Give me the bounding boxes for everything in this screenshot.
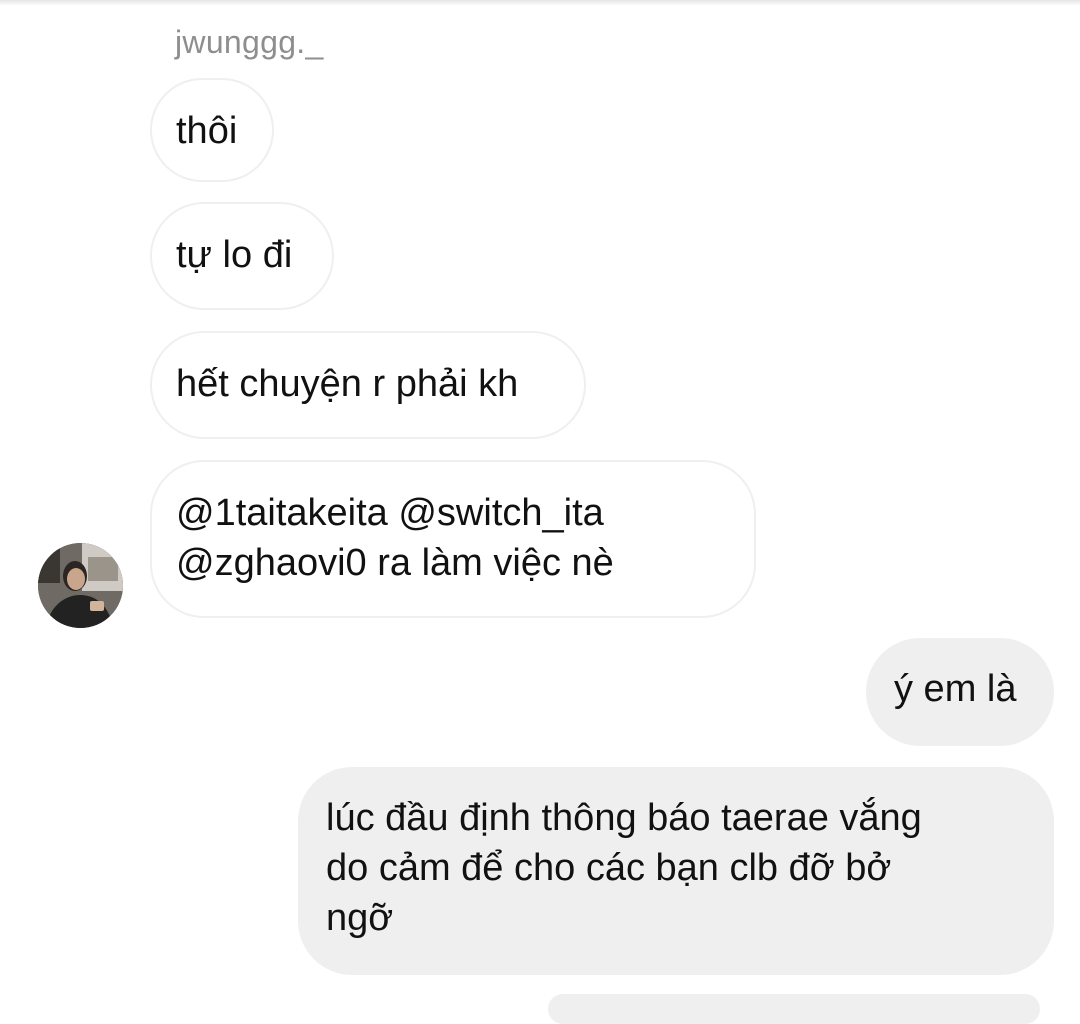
- sender-name: jwunggg._: [175, 24, 324, 60]
- incoming-message-bubble[interactable]: tự lo đi: [150, 202, 334, 310]
- message-text: lúc đầu định thông báo taerae vắng: [326, 797, 922, 839]
- sender-avatar[interactable]: [38, 543, 123, 628]
- incoming-message-bubble[interactable]: thôi: [150, 78, 274, 182]
- message-text: tự lo đi: [176, 234, 293, 276]
- message-text: ngỡ: [326, 897, 394, 939]
- message-text: ý em là: [894, 668, 1017, 710]
- message-text: do cảm để cho các bạn clb đỡ bở: [326, 847, 892, 889]
- message-text: thôi: [176, 110, 238, 152]
- message-text: @1taitakeita @switch_ita: [176, 492, 604, 534]
- avatar-photo-icon: [38, 543, 123, 628]
- outgoing-message-bubble[interactable]: ý em là: [866, 638, 1054, 746]
- incoming-message-bubble[interactable]: @1taitakeita @switch_ita @zghaovi0 ra là…: [150, 460, 756, 618]
- incoming-message-bubble[interactable]: hết chuyện r phải kh: [150, 331, 586, 439]
- message-text: hết chuyện r phải kh: [176, 363, 519, 405]
- message-text: @zghaovi0 ra làm việc nè: [176, 542, 614, 584]
- outgoing-message-bubble[interactable]: lúc đầu định thông báo taerae vắng do cả…: [298, 767, 1054, 975]
- top-edge-shadow: [0, 0, 1080, 6]
- outgoing-message-bubble-partial[interactable]: [548, 994, 1040, 1024]
